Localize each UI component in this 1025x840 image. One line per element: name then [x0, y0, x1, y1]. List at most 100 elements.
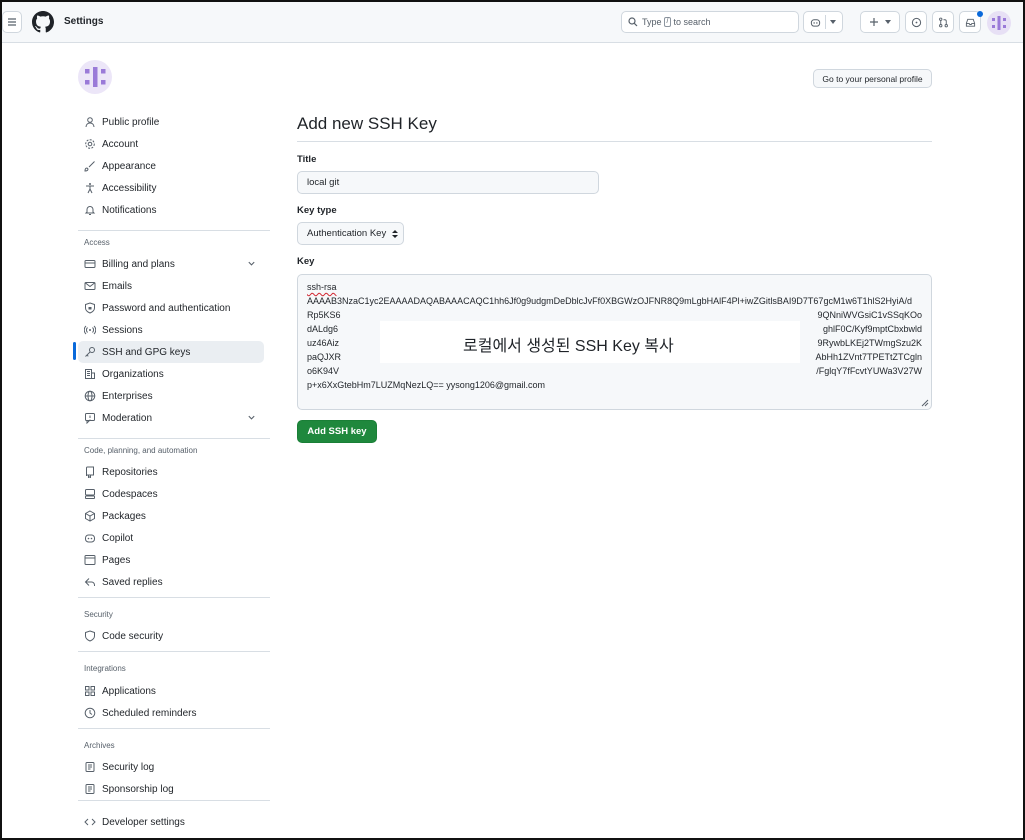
sidebar-item-label: Sessions	[102, 324, 143, 336]
sidebar-group-security: Security	[84, 610, 113, 619]
issue-opened-icon	[911, 17, 921, 27]
active-item-indicator	[73, 342, 76, 360]
sidebar-item-password-and-authentication[interactable]: Password and authentication	[78, 297, 264, 319]
sidebar-item-pages[interactable]: Pages	[78, 549, 264, 571]
sidebar-group-code-planning-and-automation: Code, planning, and automation	[84, 446, 198, 455]
menu-button[interactable]	[2, 11, 22, 33]
key-type-value: Authentication Key	[307, 228, 387, 239]
sidebar-item-appearance[interactable]: Appearance	[78, 155, 264, 177]
sidebar-item-public-profile[interactable]: Public profile	[78, 111, 264, 133]
add-ssh-key-button[interactable]: Add SSH key	[297, 420, 377, 443]
copilot-menu-button[interactable]	[803, 11, 843, 33]
sidebar-item-enterprises[interactable]: Enterprises	[78, 385, 264, 407]
sidebar-item-label: SSH and GPG keys	[102, 346, 191, 358]
sidebar-divider	[78, 651, 270, 652]
top-header: Settings Type / to search	[2, 2, 1023, 43]
sidebar-item-repositories[interactable]: Repositories	[78, 461, 264, 483]
sidebar-item-label: Password and authentication	[102, 302, 231, 314]
sidebar-item-label: Account	[102, 138, 139, 150]
key-icon	[84, 346, 96, 358]
sidebar-divider	[78, 800, 270, 801]
credit-card-icon	[84, 258, 96, 270]
sidebar-item-notifications[interactable]: Notifications	[78, 199, 264, 221]
header-title[interactable]: Settings	[64, 16, 103, 27]
copilot-icon	[810, 18, 821, 27]
sidebar-item-scheduled-reminders[interactable]: Scheduled reminders	[78, 702, 264, 724]
title-label: Title	[297, 154, 317, 165]
sidebar-item-label: Repositories	[102, 466, 158, 478]
key-line-4a: dALdg6	[307, 324, 339, 334]
sidebar-divider	[78, 230, 270, 231]
sidebar-item-label: Billing and plans	[102, 258, 175, 270]
sidebar-item-developer-settings[interactable]: Developer settings	[78, 811, 264, 833]
sidebar-item-sessions[interactable]: Sessions	[78, 319, 264, 341]
key-label: Key	[297, 256, 315, 267]
gear-icon	[84, 138, 96, 150]
globe-icon	[84, 390, 96, 402]
sidebar-item-label: Scheduled reminders	[102, 707, 197, 719]
bell-icon	[84, 204, 96, 216]
apps-icon	[84, 685, 96, 697]
key-line-1: ssh-rsa	[307, 282, 337, 292]
key-line-6b: AbHh1ZVnt7TPETtZTCgln	[815, 352, 922, 362]
sidebar-item-label: Security log	[102, 761, 155, 773]
sidebar-divider	[78, 728, 270, 729]
title-divider	[297, 141, 932, 142]
key-line-4b: ghlF0C/Kyf9mptCbxbwld	[822, 324, 922, 334]
sidebar-item-account[interactable]: Account	[78, 133, 264, 155]
sidebar-item-security-log[interactable]: Security log	[78, 756, 264, 778]
sidebar-group-access: Access	[84, 238, 110, 247]
mail-icon	[84, 280, 96, 292]
codespaces-icon	[84, 488, 96, 500]
create-new-button[interactable]	[860, 11, 900, 33]
sidebar-item-billing-and-plans[interactable]: Billing and plans	[78, 253, 264, 275]
sidebar-item-label: Enterprises	[102, 390, 153, 402]
personal-profile-button[interactable]: Go to your personal profile	[813, 69, 932, 88]
copilot-icon	[84, 532, 96, 544]
key-type-select[interactable]: Authentication Key	[297, 222, 404, 245]
sidebar-item-code-security[interactable]: Code security	[78, 625, 264, 647]
sidebar-item-label: Organizations	[102, 368, 164, 380]
sidebar-group-integrations: Integrations	[84, 664, 126, 673]
log-icon	[84, 783, 96, 795]
pull-requests-button[interactable]	[932, 11, 954, 33]
shield-lock-icon	[84, 302, 96, 314]
chevron-down-icon	[248, 261, 255, 266]
user-avatar[interactable]	[987, 11, 1011, 35]
search-suffix: to search	[673, 17, 711, 27]
sidebar-item-label: Notifications	[102, 204, 157, 216]
identicon-icon	[992, 16, 1006, 30]
key-line-6a: paQJXR	[307, 352, 342, 362]
key-line-7a: o6K94V	[307, 366, 340, 376]
sidebar-item-packages[interactable]: Packages	[78, 505, 264, 527]
github-logo-icon[interactable]	[32, 11, 54, 33]
log-icon	[84, 761, 96, 773]
issues-button[interactable]	[905, 11, 927, 33]
sidebar-item-sponsorship-log[interactable]: Sponsorship log	[78, 778, 264, 800]
person-icon	[84, 116, 96, 128]
sidebar-item-accessibility[interactable]: Accessibility	[78, 177, 264, 199]
sidebar-item-applications[interactable]: Applications	[78, 680, 264, 702]
sidebar-item-ssh-and-gpg-keys[interactable]: SSH and GPG keys	[78, 341, 264, 363]
hamburger-icon	[8, 18, 16, 26]
page-title: Add new SSH Key	[297, 114, 437, 133]
shield-icon	[84, 630, 96, 642]
identicon-icon	[85, 67, 106, 87]
code-icon	[84, 816, 96, 828]
sidebar-item-emails[interactable]: Emails	[78, 275, 264, 297]
search-input[interactable]: Type / to search	[621, 11, 799, 33]
sidebar-item-moderation[interactable]: Moderation	[78, 407, 264, 429]
sidebar-item-organizations[interactable]: Organizations	[78, 363, 264, 385]
sidebar-item-codespaces[interactable]: Codespaces	[78, 483, 264, 505]
profile-avatar[interactable]	[78, 60, 112, 94]
inbox-icon	[965, 18, 975, 27]
title-input[interactable]: local git	[297, 171, 599, 194]
resize-handle-icon[interactable]	[920, 398, 929, 407]
sidebar-item-saved-replies[interactable]: Saved replies	[78, 571, 264, 593]
broadcast-icon	[84, 324, 96, 336]
key-line-3a: Rp5KS6	[307, 310, 341, 320]
sidebar-item-copilot[interactable]: Copilot	[78, 527, 264, 549]
accessibility-icon	[84, 182, 96, 194]
git-pull-request-icon	[938, 17, 948, 27]
organization-icon	[84, 368, 96, 380]
